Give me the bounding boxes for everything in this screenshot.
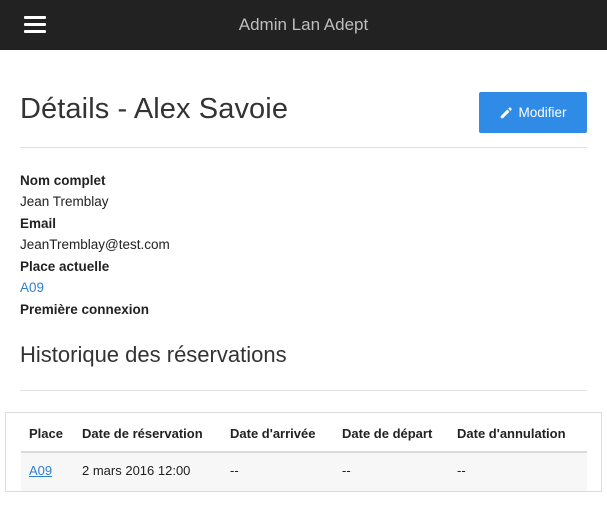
app-title: Admin Lan Adept (238, 15, 369, 34)
row-departure-date: -- (342, 463, 351, 478)
page-title: Détails - Alex Savoie (20, 93, 289, 125)
column-header-arrival-date: Date d'arrivée (230, 426, 316, 441)
first-login-label: Première connexion (20, 302, 150, 317)
row-cancellation-date: -- (457, 463, 466, 478)
title-divider (20, 147, 587, 148)
row-arrival-date: -- (230, 463, 239, 478)
reservation-history-title: Historique des réservations (20, 342, 287, 367)
current-seat-label: Place actuelle (20, 259, 110, 274)
edit-button-label: Modifier (518, 105, 567, 120)
top-navbar: Admin Lan Adept (0, 0, 607, 50)
column-header-seat: Place (29, 426, 63, 441)
history-divider (20, 390, 587, 391)
row-seat-link[interactable]: A09 (29, 463, 52, 478)
current-seat-link[interactable]: A09 (20, 279, 44, 297)
full-name-label: Nom complet (20, 173, 106, 188)
column-header-departure-date: Date de départ (342, 426, 433, 441)
edit-button[interactable]: Modifier (479, 92, 587, 133)
email-value: JeanTremblay@test.com (20, 237, 170, 252)
pencil-icon (501, 106, 513, 118)
email-label: Email (20, 216, 57, 231)
row-reservation-date: 2 mars 2016 12:00 (82, 463, 191, 478)
column-header-cancellation-date: Date d'annulation (457, 426, 566, 441)
column-header-reservation-date: Date de réservation (82, 426, 203, 441)
reservation-history-table: Place Date de réservation Date d'arrivée… (5, 412, 602, 492)
full-name-value: Jean Tremblay (20, 194, 109, 209)
